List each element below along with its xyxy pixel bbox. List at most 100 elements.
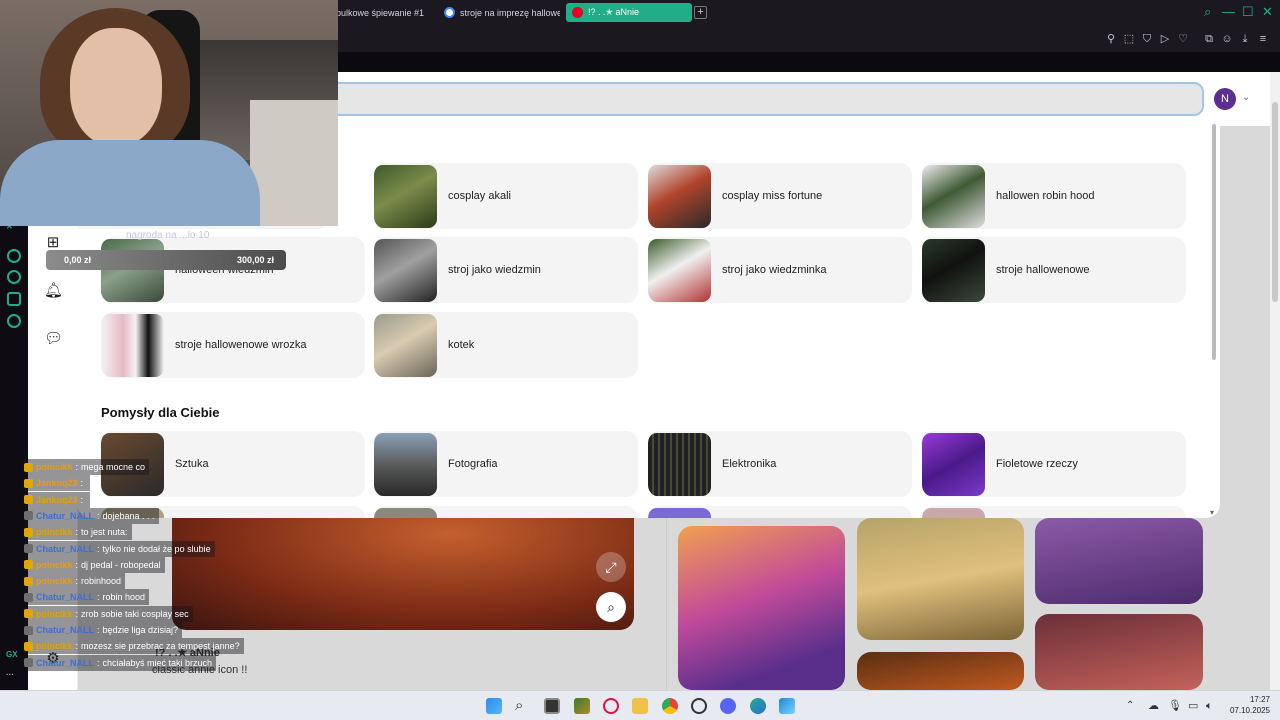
chat-username[interactable]: Chatur_NALL (36, 511, 94, 521)
idea-card[interactable]: Elektronika (648, 431, 912, 497)
settings-icon[interactable] (7, 314, 21, 328)
chat-username[interactable]: poincikk (36, 576, 73, 586)
recent-search-card[interactable]: cosplay akali (374, 163, 638, 229)
file-explorer-icon[interactable] (632, 698, 648, 714)
pin-image[interactable] (857, 518, 1024, 640)
discord-icon[interactable] (720, 698, 736, 714)
chat-text: tylko nie dodał że po slubie (102, 543, 211, 554)
chevron-down-icon[interactable]: ⌄ (1242, 92, 1250, 103)
tab-label: bulkowe śpiewanie #1 (336, 7, 425, 18)
steam-icon[interactable] (691, 698, 707, 714)
opera-gx-icon[interactable] (603, 698, 619, 714)
chat-username[interactable]: Chatur_NALL (36, 592, 94, 602)
recent-search-card[interactable]: hallowen robin hood (922, 163, 1186, 229)
chat-username[interactable]: Chatur_NALL (36, 625, 94, 635)
recent-search-card[interactable]: stroj jako wiedzmin (374, 237, 638, 303)
pin-image[interactable] (1035, 518, 1203, 604)
scroll-down-icon[interactable]: ▾ (1210, 508, 1214, 517)
idea-card-partial[interactable] (374, 506, 638, 518)
recent-search-card[interactable]: halloween wiedzmin (101, 237, 365, 303)
recent-search-card[interactable]: stroje hallowenowe wrozka (101, 312, 365, 378)
browser-icon[interactable] (750, 698, 766, 714)
chat-username[interactable]: poincikk (36, 641, 73, 651)
idea-card-partial[interactable] (922, 506, 1186, 518)
recent-search-card[interactable]: kotek (374, 312, 638, 378)
start-icon[interactable] (486, 698, 502, 714)
extensions-icon[interactable]: ⧉ (1202, 32, 1216, 46)
new-tab-button[interactable]: + (694, 6, 707, 19)
pin-image[interactable] (678, 526, 845, 690)
network-icon[interactable]: ▭ (1188, 698, 1204, 714)
search-input[interactable] (328, 82, 1204, 116)
avatar[interactable]: N (1214, 88, 1236, 110)
menu-icon[interactable]: ≡ (1256, 32, 1270, 46)
idea-card-partial[interactable] (648, 506, 912, 518)
tab-pinterest[interactable]: !? . .✭ aNnie (566, 3, 692, 22)
paint-icon[interactable] (779, 698, 795, 714)
chat-separator: : (80, 478, 84, 489)
shield-icon[interactable]: ⛉ (1140, 32, 1154, 46)
chat-username[interactable]: poincikk (36, 560, 73, 570)
history-icon[interactable] (7, 270, 21, 284)
maximize-icon[interactable]: ☐ (1242, 5, 1254, 19)
expand-icon[interactable]: ⤢ (596, 552, 626, 582)
chat-username[interactable]: Jankoq23 (36, 478, 78, 488)
chat-badge-icon (24, 495, 33, 505)
search-tabs-icon[interactable]: ⌕ (1204, 5, 1211, 19)
profile-icon[interactable]: ☺ (1220, 32, 1234, 46)
pin-icon[interactable]: ⚲ (1104, 32, 1118, 46)
extensions-icon[interactable] (7, 292, 21, 306)
pin-image[interactable] (857, 652, 1024, 690)
heart-icon[interactable]: ♡ (1176, 32, 1190, 46)
idea-card[interactable]: Fotografia (374, 431, 638, 497)
volume-icon[interactable]: 🔈︎ (1206, 698, 1222, 714)
chat-message: poincikk: robinhood (24, 573, 126, 590)
cloud-icon[interactable]: ☁ (1148, 698, 1164, 714)
system-clock[interactable]: 17:27 07.10.2025 (1228, 694, 1270, 716)
chevron-up-icon[interactable]: ⌃ (1126, 698, 1142, 714)
chat-username[interactable]: Jankoq23 (36, 495, 78, 505)
chat-username[interactable]: poincikk (36, 609, 73, 619)
idea-card[interactable]: Fioletowe rzeczy (922, 431, 1186, 497)
chat-text: zrob sobie taki cosplay sec (81, 608, 189, 619)
notifications-icon[interactable]: 🔔︎ (44, 282, 63, 300)
tab-singing[interactable]: bulkowe śpiewanie #1 (330, 3, 434, 22)
more-icon[interactable]: ··· (6, 670, 14, 679)
search-icon[interactable]: ⌕ (515, 698, 531, 714)
visual-search-icon[interactable]: ⌕ (596, 592, 626, 622)
player-icon[interactable] (7, 249, 21, 263)
chat-text: dojebana . . . (102, 510, 155, 521)
recent-search-card[interactable]: stroje hallowenowe (922, 237, 1186, 303)
chat-text: robinhood (81, 576, 122, 587)
recent-search-card[interactable]: stroj jako wiedzminka (648, 237, 912, 303)
chat-message: Chatur_NALL: będzie liga dzisiaj? (24, 622, 183, 638)
microphone-icon[interactable]: 🎙︎ (1168, 698, 1184, 714)
chat-username[interactable]: Chatur_NALL (36, 658, 94, 668)
tab-label: stroje na imprezę hallowe (460, 7, 560, 18)
chat-username[interactable]: poincikk (36, 462, 73, 472)
chat-separator: : (97, 543, 100, 554)
messages-icon[interactable]: 💬︎ (44, 330, 63, 348)
task-view-icon[interactable] (544, 698, 560, 714)
recent-search-card[interactable]: cosplay miss fortune (648, 163, 912, 229)
chat-separator: : (75, 576, 79, 587)
minecraft-icon[interactable] (574, 698, 590, 714)
close-window-icon[interactable]: ✕ (1262, 5, 1273, 19)
chat-message: poincikk: mozesz sie przebrac za tempest … (24, 638, 244, 655)
minimize-icon[interactable]: — (1222, 5, 1235, 19)
chrome-icon[interactable] (662, 698, 678, 714)
chat-message: poincikk: mega mocne co (24, 459, 150, 475)
dropdown-scrollbar[interactable] (1211, 124, 1217, 518)
pin-image[interactable] (1035, 614, 1203, 690)
downloads-icon[interactable]: ⤓ (1238, 32, 1252, 46)
chat-username[interactable]: Chatur_NALL (36, 544, 94, 554)
player-icon[interactable]: ▷ (1158, 32, 1172, 46)
chat-username[interactable]: poincikk (36, 527, 73, 537)
thumbnail (374, 313, 437, 377)
donation-current: 0,00 zł (64, 255, 92, 265)
page-scrollbar[interactable] (1270, 72, 1280, 690)
thumbnail (374, 238, 437, 302)
chat-separator: : (75, 608, 79, 619)
tab-google-search[interactable]: stroje na imprezę hallowe (438, 3, 560, 22)
snapshot-icon[interactable]: ⬚ (1122, 32, 1136, 46)
